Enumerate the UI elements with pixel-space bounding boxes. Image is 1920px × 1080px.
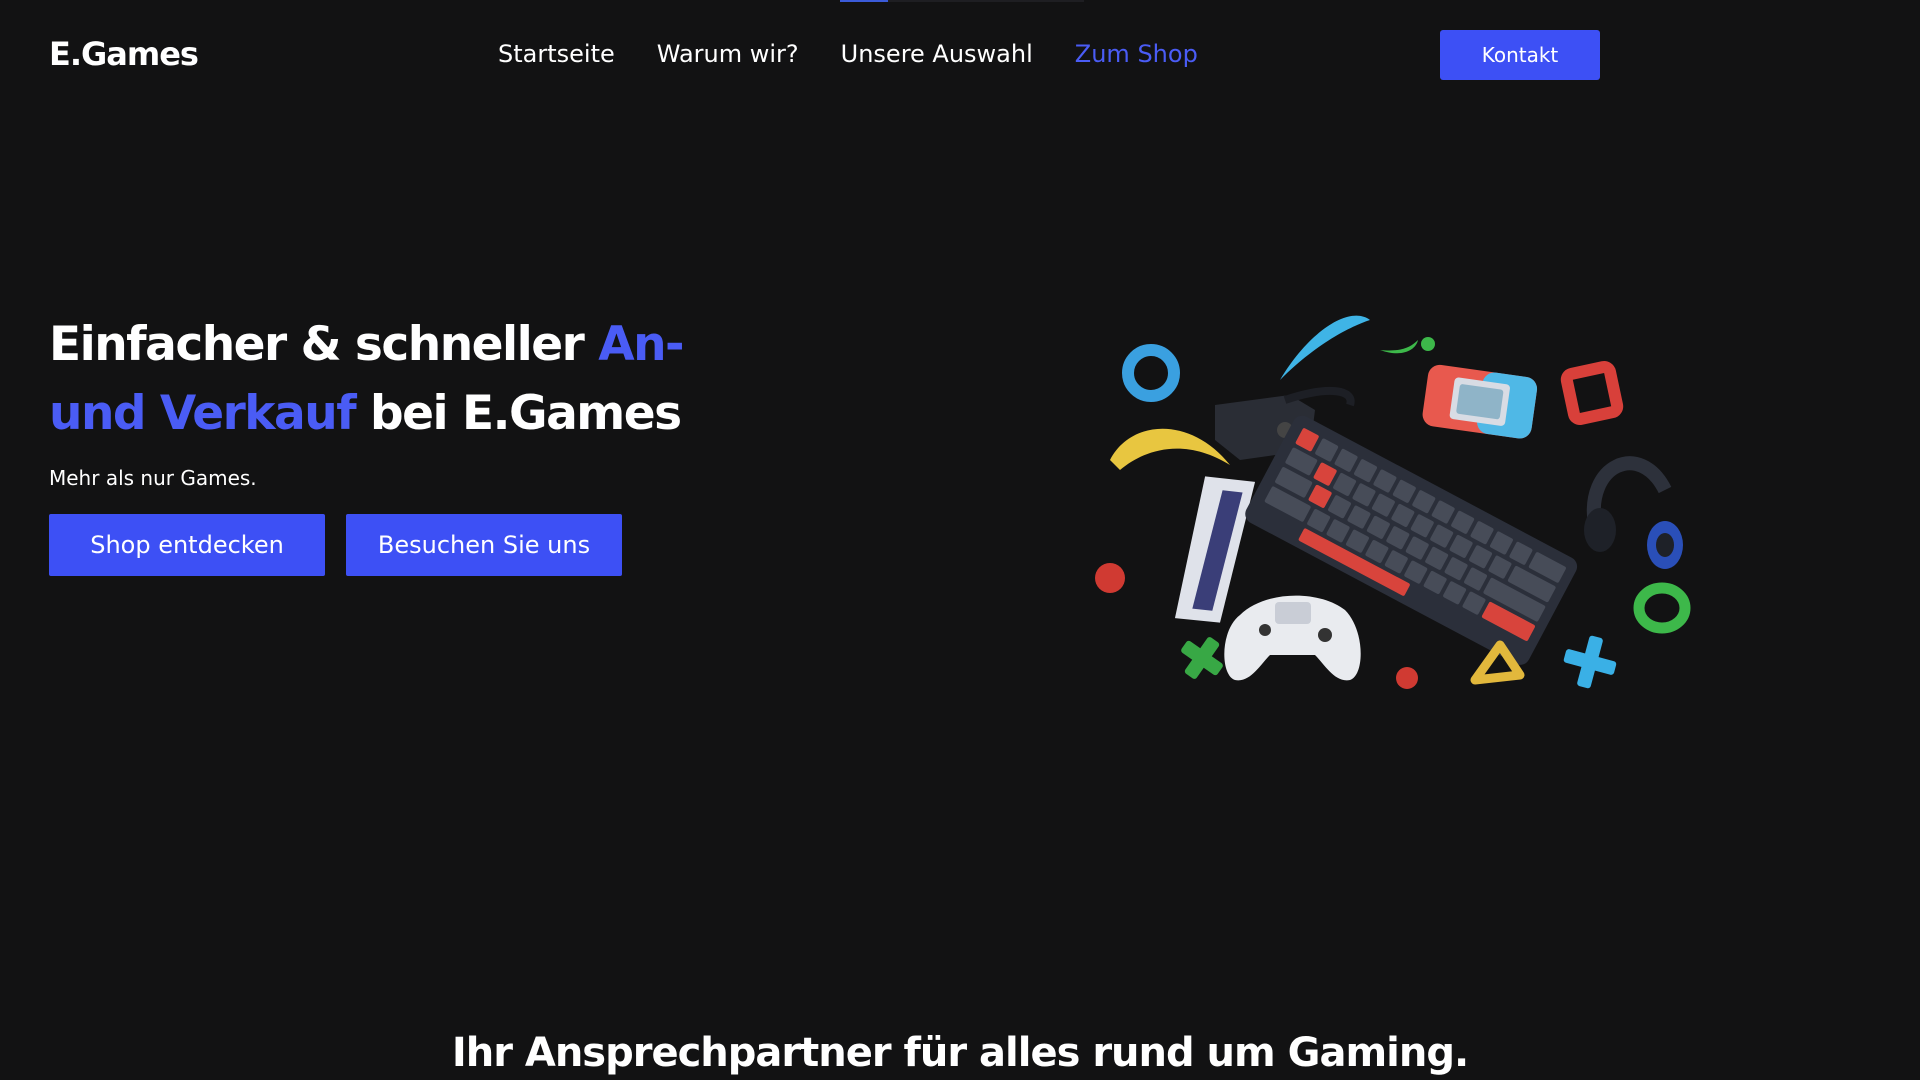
swoosh-shape-icon <box>1280 315 1370 380</box>
green-swoosh-icon <box>1380 340 1418 354</box>
green-dot-icon <box>1421 337 1435 351</box>
site-header: E.Games Startseite Warum wir? Unsere Aus… <box>0 0 1920 110</box>
red-ball-icon <box>1095 563 1125 593</box>
handheld-console-icon <box>1422 364 1538 439</box>
green-ring-icon <box>1633 582 1691 634</box>
hero-title-part2: bei E.Games <box>355 386 682 441</box>
nav-item-zum-shop[interactable]: Zum Shop <box>1075 40 1198 68</box>
gaming-illustration <box>1080 290 1720 720</box>
hero-title: Einfacher & schneller An- und Verkauf be… <box>49 310 689 448</box>
nav-item-startseite[interactable]: Startseite <box>498 40 615 68</box>
cross-shape-icon <box>1181 637 1223 679</box>
main-nav: Startseite Warum wir? Unsere Auswahl Zum… <box>498 40 1198 68</box>
shop-discover-button[interactable]: Shop entdecken <box>49 514 325 576</box>
square-ring-icon <box>1560 361 1624 425</box>
plus-shape-icon <box>1563 635 1617 689</box>
nav-item-warum-wir[interactable]: Warum wir? <box>657 40 799 68</box>
controller-icon <box>1224 595 1361 681</box>
headphones-icon <box>1584 456 1683 569</box>
contact-button[interactable]: Kontakt <box>1440 30 1600 80</box>
hero-subtitle: Mehr als nur Games. <box>49 466 257 490</box>
red-ball-icon <box>1396 667 1418 689</box>
yellow-swoosh-icon <box>1110 428 1230 470</box>
logo[interactable]: E.Games <box>49 35 199 73</box>
nav-item-unsere-auswahl[interactable]: Unsere Auswahl <box>841 40 1033 68</box>
section-title: Ihr Ansprechpartner für alles rund um Ga… <box>451 1030 1469 1076</box>
console-icon <box>1174 476 1256 623</box>
hero-title-part1: Einfacher & schneller <box>49 317 599 372</box>
visit-us-button[interactable]: Besuchen Sie uns <box>346 514 622 576</box>
ring-shape-icon <box>1122 344 1180 402</box>
